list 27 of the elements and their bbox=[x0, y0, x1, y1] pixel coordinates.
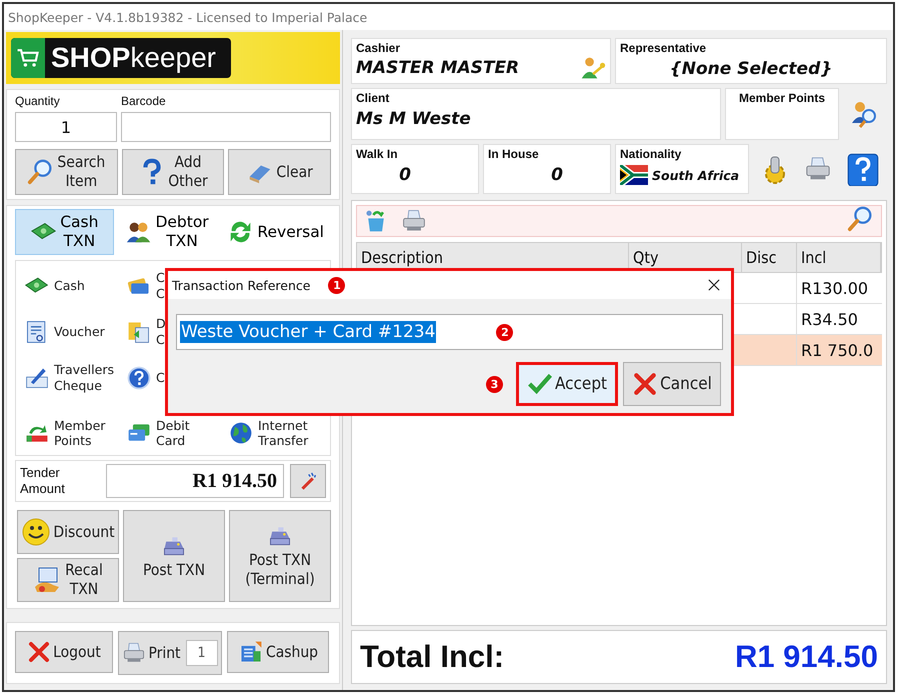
table-cell: R1 750.0 bbox=[796, 335, 882, 365]
step-badge: 2 bbox=[496, 324, 514, 340]
total-amount: R1 914.50 bbox=[734, 639, 878, 675]
walk-in-label: Walk In bbox=[356, 147, 399, 161]
client-label: Client bbox=[356, 91, 390, 105]
nationality-label: Nationality bbox=[620, 147, 682, 161]
table-cell: R130.00 bbox=[796, 273, 882, 303]
representative-value: {None Selected} bbox=[670, 59, 832, 79]
in-house-label: In House bbox=[488, 147, 540, 161]
member-points-label: Member Points bbox=[738, 91, 825, 105]
cashier-name: MASTER MASTER bbox=[356, 58, 520, 78]
representative-label: Representative bbox=[620, 41, 708, 55]
selected-text: Weste Voucher + Card #1234 bbox=[180, 321, 436, 343]
in-house-count: 0 bbox=[551, 165, 563, 185]
dialog-title: Transaction Reference bbox=[172, 278, 310, 292]
barcode-label: Barcode bbox=[121, 94, 167, 108]
tender-amount-label: Tender Amount bbox=[20, 464, 66, 498]
total-label: Total Incl: bbox=[360, 639, 504, 675]
step-badge: 3 bbox=[486, 376, 503, 392]
client-name: Ms M Weste bbox=[356, 109, 472, 129]
logo: SHOPkeeper bbox=[11, 38, 231, 78]
nationality-value: South Africa bbox=[652, 168, 740, 182]
step-badge: 1 bbox=[328, 276, 346, 294]
quantity-label: Quantity bbox=[15, 94, 61, 108]
walk-in-count: 0 bbox=[399, 165, 411, 185]
cashier-label: Cashier bbox=[356, 41, 402, 55]
table-cell: R34.50 bbox=[796, 304, 882, 334]
